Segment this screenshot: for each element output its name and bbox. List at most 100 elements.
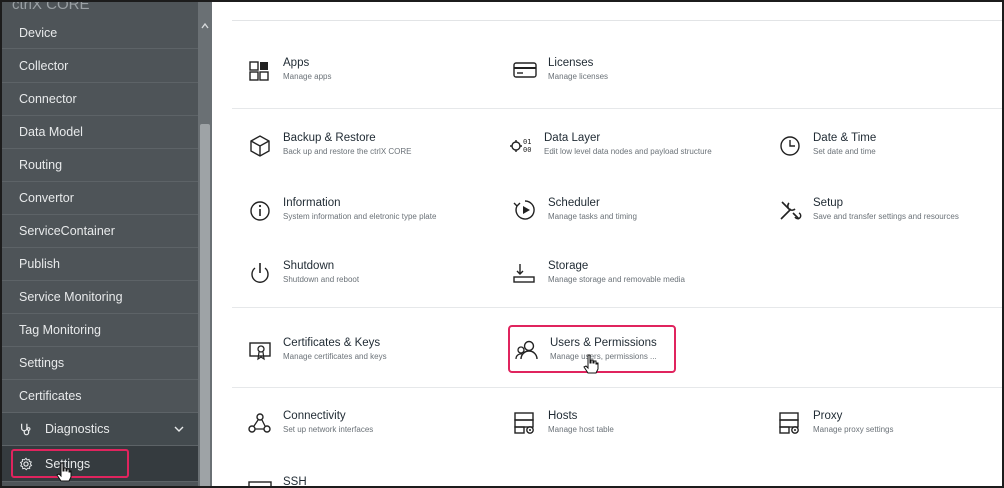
sidebar-item-device[interactable]: Device <box>2 17 198 49</box>
tile-description: Set up network interfaces <box>283 425 374 434</box>
tile-title: Apps <box>283 57 310 69</box>
apps-icon <box>249 61 269 81</box>
tile-connectivity[interactable]: Connectivity Set up network interfaces <box>247 410 373 436</box>
sidebar-item-label: Service Monitoring <box>19 290 123 304</box>
tile-title: Scheduler <box>548 197 600 209</box>
tile-title: Shutdown <box>283 260 335 272</box>
backup-icon <box>250 135 270 157</box>
sidebar-item-label: Data Model <box>19 125 83 139</box>
scheduler-icon <box>513 200 535 220</box>
hand-cursor-icon <box>56 462 72 482</box>
tile-licenses[interactable]: Licenses Manage licenses <box>512 57 608 83</box>
sidebar-item-label: Tag Monitoring <box>19 323 101 337</box>
sidebar-item-publish[interactable]: Publish <box>2 248 198 281</box>
license-icon <box>513 62 537 78</box>
connectivity-icon <box>248 413 271 433</box>
sidebar-item-collector[interactable]: Collector <box>2 50 198 83</box>
tile-apps[interactable]: Apps Manage apps <box>247 57 331 83</box>
tile-backup-restore[interactable]: Backup & Restore Back up and restore the… <box>247 132 412 158</box>
sidebar-item-servicecontainer[interactable]: ServiceContainer <box>2 215 198 248</box>
section-divider <box>232 387 1002 388</box>
tile-setup[interactable]: Setup Save and transfer settings and res… <box>777 197 959 223</box>
ssh-icon <box>248 481 272 486</box>
tile-information[interactable]: Information System information and eletr… <box>247 197 436 223</box>
scroll-up-icon[interactable] <box>200 20 210 32</box>
tile-ssh[interactable]: SSH <box>247 476 307 488</box>
tile-title: Data Layer <box>544 132 601 144</box>
hosts-icon <box>514 412 534 434</box>
sidebar-item-certificates[interactable]: Certificates <box>2 380 198 413</box>
tile-description: Manage certificates and keys <box>283 352 387 361</box>
sidebar-item-label: Settings <box>19 356 65 370</box>
info-icon <box>250 201 270 221</box>
sidebar-item-label: Device <box>19 25 58 40</box>
setup-icon <box>780 201 802 220</box>
tile-title: Connectivity <box>283 410 346 422</box>
tile-title: Storage <box>548 260 589 272</box>
sidebar-item-label: ServiceContainer <box>19 224 115 238</box>
chevron-down-icon <box>174 426 184 432</box>
sidebar-item-connector[interactable]: Connector <box>2 83 198 116</box>
power-icon <box>251 263 269 283</box>
app-window: ctrlX CORE Device Collector Connector Da… <box>0 0 1004 488</box>
tile-proxy[interactable]: Proxy Manage proxy settings <box>777 410 894 436</box>
sidebar-item-label: Diagnostics <box>45 422 110 436</box>
tile-description: Shutdown and reboot <box>283 275 360 284</box>
tile-title: Hosts <box>548 410 578 422</box>
hand-cursor-icon <box>583 354 599 374</box>
brand-title: ctrlX CORE <box>12 0 90 13</box>
svg-text:01: 01 <box>523 138 531 146</box>
storage-icon <box>513 264 535 283</box>
tile-description: Manage proxy settings <box>813 425 894 434</box>
sidebar-item-label: Certificates <box>19 389 82 403</box>
sidebar: ctrlX CORE Device Collector Connector Da… <box>2 0 212 486</box>
tile-description: Manage storage and removable media <box>548 275 685 284</box>
sidebar-item-label: Routing <box>19 158 63 172</box>
sidebar-item-label: Collector <box>19 59 69 73</box>
sidebar-item-convertor[interactable]: Convertor <box>2 182 198 215</box>
tile-title: Information <box>283 197 341 209</box>
tile-title: Licenses <box>548 57 594 69</box>
tile-scheduler[interactable]: Scheduler Manage tasks and timing <box>512 197 637 223</box>
tile-description: Manage host table <box>548 425 614 434</box>
proxy-icon <box>779 412 799 434</box>
tile-storage[interactable]: Storage Manage storage and removable med… <box>512 260 685 286</box>
tile-description: Back up and restore the ctrlX CORE <box>283 147 412 156</box>
header-separator <box>232 20 1002 21</box>
svg-text:00: 00 <box>523 146 531 154</box>
data-layer-icon: 01 00 <box>510 138 531 154</box>
tile-title: Date & Time <box>813 132 877 144</box>
sidebar-item-data-model[interactable]: Data Model <box>2 116 198 149</box>
tile-certificates-keys[interactable]: Certificates & Keys Manage certificates … <box>247 337 387 363</box>
tile-description: System information and eletronic type pl… <box>283 212 437 221</box>
tile-description: Edit low level data nodes and payload st… <box>544 147 712 156</box>
section-divider <box>232 108 1002 109</box>
tile-description: Manage licenses <box>548 72 609 81</box>
tile-title: Backup & Restore <box>283 132 376 144</box>
section-divider <box>232 307 1002 308</box>
tile-title: Certificates & Keys <box>283 337 381 349</box>
sidebar-item-tag-monitoring[interactable]: Tag Monitoring <box>2 314 198 347</box>
sidebar-item-diagnostics[interactable]: Diagnostics <box>2 413 198 446</box>
tile-description: Manage tasks and timing <box>548 212 637 221</box>
sidebar-item-label: Convertor <box>19 191 74 205</box>
sidebar-item-label: Publish <box>19 257 60 271</box>
tile-date-time[interactable]: Date & Time Set date and time <box>777 132 876 158</box>
sidebar-scrollbar-thumb[interactable] <box>200 124 210 486</box>
sidebar-item-label: Connector <box>19 92 77 106</box>
diagnostics-icon <box>21 423 31 436</box>
tile-description: Save and transfer settings and resources <box>813 212 959 221</box>
sidebar-item-settings[interactable]: Settings <box>2 347 198 380</box>
tile-shutdown[interactable]: Shutdown Shutdown and reboot <box>247 260 359 286</box>
sidebar-item-routing[interactable]: Routing <box>2 149 198 182</box>
tile-data-layer[interactable]: 01 00 Data Layer Edit low level data nod… <box>508 132 712 158</box>
sidebar-item-service-monitoring[interactable]: Service Monitoring <box>2 281 198 314</box>
tile-title: SSH <box>283 476 307 488</box>
tile-description: Set date and time <box>813 147 876 156</box>
tile-title: Proxy <box>813 410 843 422</box>
tile-hosts[interactable]: Hosts Manage host table <box>512 410 614 436</box>
tile-title: Setup <box>813 197 844 209</box>
certificate-icon <box>249 342 271 361</box>
tile-description: Manage apps <box>283 72 332 81</box>
clock-icon <box>780 136 800 156</box>
